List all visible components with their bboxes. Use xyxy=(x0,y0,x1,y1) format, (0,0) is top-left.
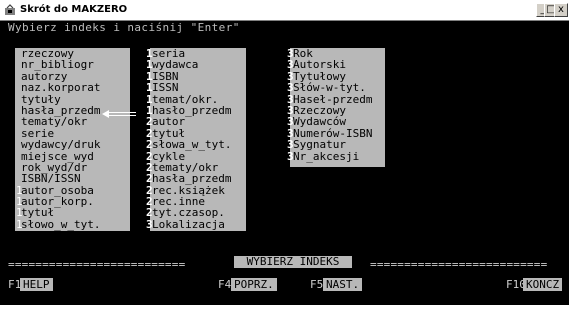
select-index-button[interactable]: WYBIERZ INDEKS xyxy=(234,256,352,268)
separator-line-left: ========================== xyxy=(8,258,186,271)
close-button[interactable]: x xyxy=(554,3,568,17)
terminal-window: Skrót do MAKZERO _ □ x Wybierz indeks i … xyxy=(0,0,569,305)
index-item[interactable]: 1słowo_w_tyt. xyxy=(16,218,100,230)
middle-index-list: 1seria 1wydawca 1ISBN 1ISSN 1temat/okr. … xyxy=(146,48,231,231)
separator-line-right: ========================== xyxy=(370,258,548,271)
app-icon xyxy=(5,4,15,15)
selection-arrow-icon xyxy=(102,110,136,118)
index-item[interactable]: 3Nr_akcesji xyxy=(287,150,372,162)
instruction-prompt: Wybierz indeks i naciśnij "Enter" xyxy=(8,21,240,34)
f4-key-label: F4 xyxy=(218,278,232,291)
title-bar[interactable]: Skrót do MAKZERO _ □ x xyxy=(0,0,569,21)
right-index-list: 3Rok 3Autorski 3Tytułowy 3Słów-w-tyt. 3H… xyxy=(287,48,372,162)
next-button[interactable]: NAST. xyxy=(323,278,363,291)
index-item[interactable]: 3Lokalizacja xyxy=(146,218,231,230)
f5-key-label: F5 xyxy=(310,278,324,291)
previous-button[interactable]: POPRZ. xyxy=(231,278,277,291)
window-title: Skrót do MAKZERO xyxy=(20,4,128,15)
exit-button[interactable]: KONCZ xyxy=(523,278,563,291)
left-index-list: rzeczowy nr_bibliogr autorzy naz.korpora… xyxy=(16,48,100,230)
help-button[interactable]: HELP xyxy=(20,278,53,291)
